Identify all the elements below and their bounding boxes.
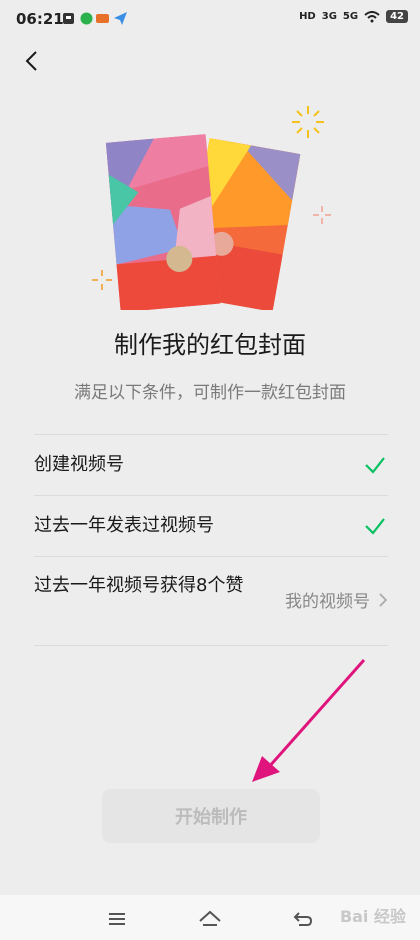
app-icon [96, 14, 109, 23]
notification-icon [63, 13, 74, 24]
sparkle-icon [313, 206, 331, 224]
check-icon [365, 457, 385, 474]
send-icon [114, 12, 127, 25]
status-bar: 06:21 HD 3G 5G 42 [0, 0, 420, 38]
list-item: 过去一年视频号获得8个赞 我的视频号 [34, 556, 388, 646]
red-packet-illustration [92, 106, 331, 310]
my-channel-link[interactable]: 我的视频号 [285, 587, 388, 612]
return-icon[interactable] [289, 905, 317, 933]
system-nav-bar: Bai 经验 [0, 895, 420, 940]
page-subtitle: 满足以下条件，可制作一款红包封面 [74, 383, 346, 403]
page-title: 制作我的红包封面 [114, 331, 306, 359]
back-icon[interactable] [22, 50, 44, 72]
home-icon[interactable] [196, 905, 224, 933]
battery-level: 42 [386, 10, 408, 23]
check-icon [365, 518, 385, 535]
wifi-icon [364, 10, 380, 22]
app-icon [80, 12, 93, 25]
condition-label: 创建视频号 [34, 454, 124, 475]
conditions-list: 创建视频号 过去一年发表过视频号 过去一年视频号获得8个赞 我的视频号 [34, 434, 388, 646]
condition-label: 过去一年发表过视频号 [34, 515, 214, 536]
status-indicators: HD 3G 5G 42 [299, 10, 408, 23]
chevron-right-icon [379, 592, 388, 607]
status-time: 06:21 [16, 10, 64, 28]
start-button[interactable]: 开始制作 [102, 789, 320, 843]
hd-indicator: HD [299, 11, 316, 22]
sparkle-icon [92, 270, 112, 290]
my-channel-label: 我的视频号 [285, 592, 370, 612]
condition-label: 过去一年视频号获得8个赞 [34, 575, 244, 596]
menu-icon[interactable] [103, 905, 131, 933]
list-item: 过去一年发表过视频号 [34, 495, 388, 556]
network-3g-indicator: 3G [321, 11, 337, 22]
sparkle-icon [292, 106, 324, 138]
network-5g-indicator: 5G [342, 11, 359, 22]
watermark: Bai 经验 [339, 907, 406, 926]
list-item: 创建视频号 [34, 434, 388, 495]
